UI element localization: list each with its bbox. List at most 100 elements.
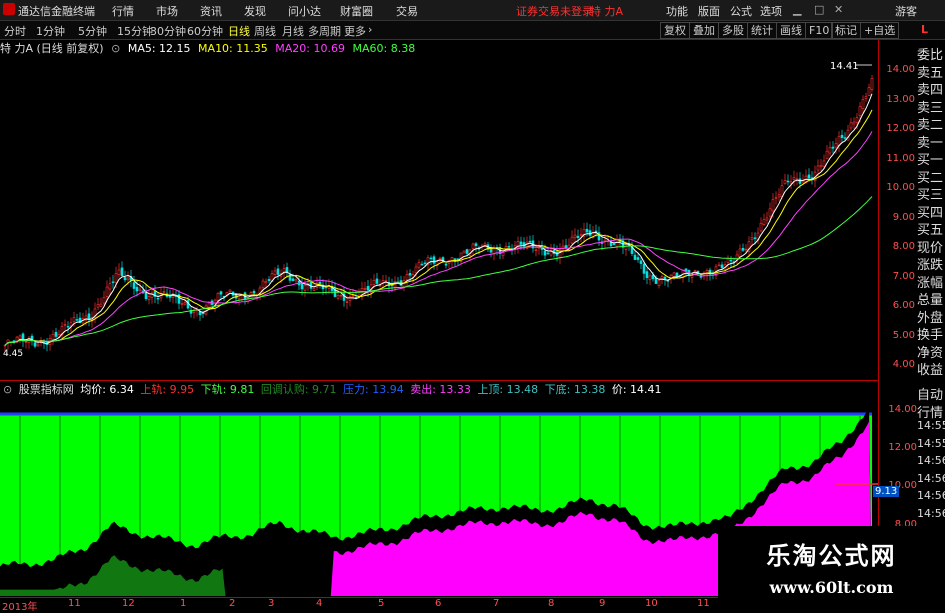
multi-stock-button[interactable]: 多股	[718, 22, 748, 39]
candle-body	[267, 279, 271, 281]
candle-body	[792, 176, 796, 180]
candle-body	[252, 290, 256, 294]
overlay-button[interactable]: 叠加	[689, 22, 719, 39]
candle-body	[72, 317, 76, 323]
candle-body	[816, 165, 820, 171]
candle-body	[675, 272, 679, 278]
date-tick-label: 10	[645, 598, 658, 609]
price-tick-label: 7.00	[892, 270, 915, 282]
candle-body	[180, 303, 184, 305]
candle-body	[18, 335, 22, 340]
candle-body	[870, 78, 874, 90]
period-toolbar: 分时 1分钟 5分钟 15分钟 30分钟 60分钟 日线 周线 月线 多周期 更…	[0, 21, 945, 40]
period-tab-weekly[interactable]: 周线	[254, 23, 276, 39]
adjust-button[interactable]: 复权	[660, 22, 690, 39]
candle-body	[318, 281, 322, 284]
candle-body	[183, 302, 187, 305]
menu-item-options[interactable]: 选项	[760, 3, 782, 19]
candle-body	[852, 121, 856, 125]
candle-body	[768, 208, 772, 217]
candle-body	[405, 274, 409, 281]
period-tab-5min[interactable]: 5分钟	[78, 23, 107, 39]
maximize-icon[interactable]: □	[814, 3, 824, 16]
period-tab-60min[interactable]: 60分钟	[187, 23, 223, 39]
period-tab-daily[interactable]: 日线	[228, 23, 250, 39]
date-tick-label: 5	[378, 598, 385, 609]
candle-body	[114, 273, 118, 283]
login-alert[interactable]: 证券交易未登录	[516, 3, 593, 19]
period-tab-timeshare[interactable]: 分时	[4, 23, 26, 39]
close-icon[interactable]: ✕	[834, 3, 843, 16]
menu-bar: 通达信金融终端 行情 市场 资讯 发现 问小达 财富圈 交易 证券交易未登录 特…	[0, 0, 945, 21]
candle-body	[36, 343, 40, 347]
candle-body	[741, 247, 745, 251]
candle-body	[774, 197, 778, 199]
candle-body	[24, 341, 28, 343]
app-logo-icon	[3, 3, 15, 15]
candle-body	[96, 304, 100, 308]
menu-item-quotes[interactable]: 行情	[112, 3, 134, 19]
menu-item-xiaoda[interactable]: 问小达	[288, 3, 321, 19]
candle-body	[864, 96, 868, 99]
price-tick-label: 9.00	[892, 211, 915, 223]
candles-group	[3, 74, 874, 352]
candle-body	[3, 344, 7, 347]
period-tab-15min[interactable]: 15分钟	[117, 23, 153, 39]
menu-item-news[interactable]: 资讯	[200, 3, 222, 19]
quote-field-label: 换手	[917, 328, 944, 343]
draw-button[interactable]: 画线	[776, 22, 806, 39]
high-price-label: 14.41	[830, 61, 859, 72]
candle-body	[744, 248, 748, 251]
menu-item-function[interactable]: 功能	[666, 3, 688, 19]
candle-body	[204, 305, 208, 315]
menu-item-discover[interactable]: 发现	[244, 3, 266, 19]
candle-body	[726, 258, 730, 263]
f10-button[interactable]: F10	[805, 22, 834, 39]
price-tick-label: 13.00	[886, 93, 915, 105]
candle-body	[825, 150, 829, 160]
candle-body	[147, 296, 151, 300]
menu-item-market[interactable]: 市场	[156, 3, 178, 19]
candle-body	[207, 302, 211, 308]
indicator-settings-icon[interactable]: ⊙	[0, 383, 12, 396]
candle-body	[444, 263, 448, 266]
menu-item-trade[interactable]: 交易	[396, 3, 418, 19]
tick-field-label: 14:56	[917, 454, 945, 467]
add-watchlist-button[interactable]: +自选	[860, 22, 900, 39]
indicator-name[interactable]: 股票指标网	[19, 383, 74, 396]
price-tick-label: 14.00	[886, 64, 915, 75]
quote-field-label: 卖四	[917, 83, 944, 98]
candle-body	[111, 281, 115, 283]
quote-field-label: 涨跌	[917, 258, 944, 273]
period-tab-1min[interactable]: 1分钟	[36, 23, 65, 39]
date-tick-label: 12	[122, 598, 135, 609]
candle-body	[348, 296, 352, 301]
mark-button[interactable]: 标记	[831, 22, 861, 39]
candle-body	[474, 243, 478, 247]
candle-body	[672, 272, 676, 278]
candle-body	[303, 284, 307, 291]
candle-body	[99, 303, 103, 307]
guest-label[interactable]: 游客	[895, 3, 917, 19]
more-arrow-icon[interactable]: ›	[368, 23, 372, 36]
low-price-label: 4.45	[3, 349, 23, 359]
period-tab-30min[interactable]: 30分钟	[150, 23, 186, 39]
candle-body	[351, 295, 355, 297]
menu-item-formula[interactable]: 公式	[730, 3, 752, 19]
menu-item-layout[interactable]: 版面	[698, 3, 720, 19]
quote-field-label: 买四	[917, 205, 944, 221]
candlestick-chart[interactable]: 14.41 4.45	[0, 56, 890, 378]
period-tab-multi[interactable]: 多周期	[308, 23, 341, 39]
candle-body	[363, 288, 367, 290]
minimize-icon[interactable]: ▁	[793, 3, 801, 16]
quote-field-label: 净资	[917, 345, 944, 361]
settings-icon[interactable]: ⊙	[111, 42, 120, 55]
date-tick-label: 1	[180, 598, 187, 609]
candle-body	[120, 267, 124, 277]
menu-item-wealth[interactable]: 财富圈	[340, 3, 373, 19]
ma60-label: MA60: 8.38	[352, 42, 416, 55]
stats-button[interactable]: 统计	[747, 22, 777, 39]
period-tab-monthly[interactable]: 月线	[282, 23, 304, 39]
period-tab-more[interactable]: 更多	[344, 23, 366, 39]
candle-body	[759, 222, 763, 232]
